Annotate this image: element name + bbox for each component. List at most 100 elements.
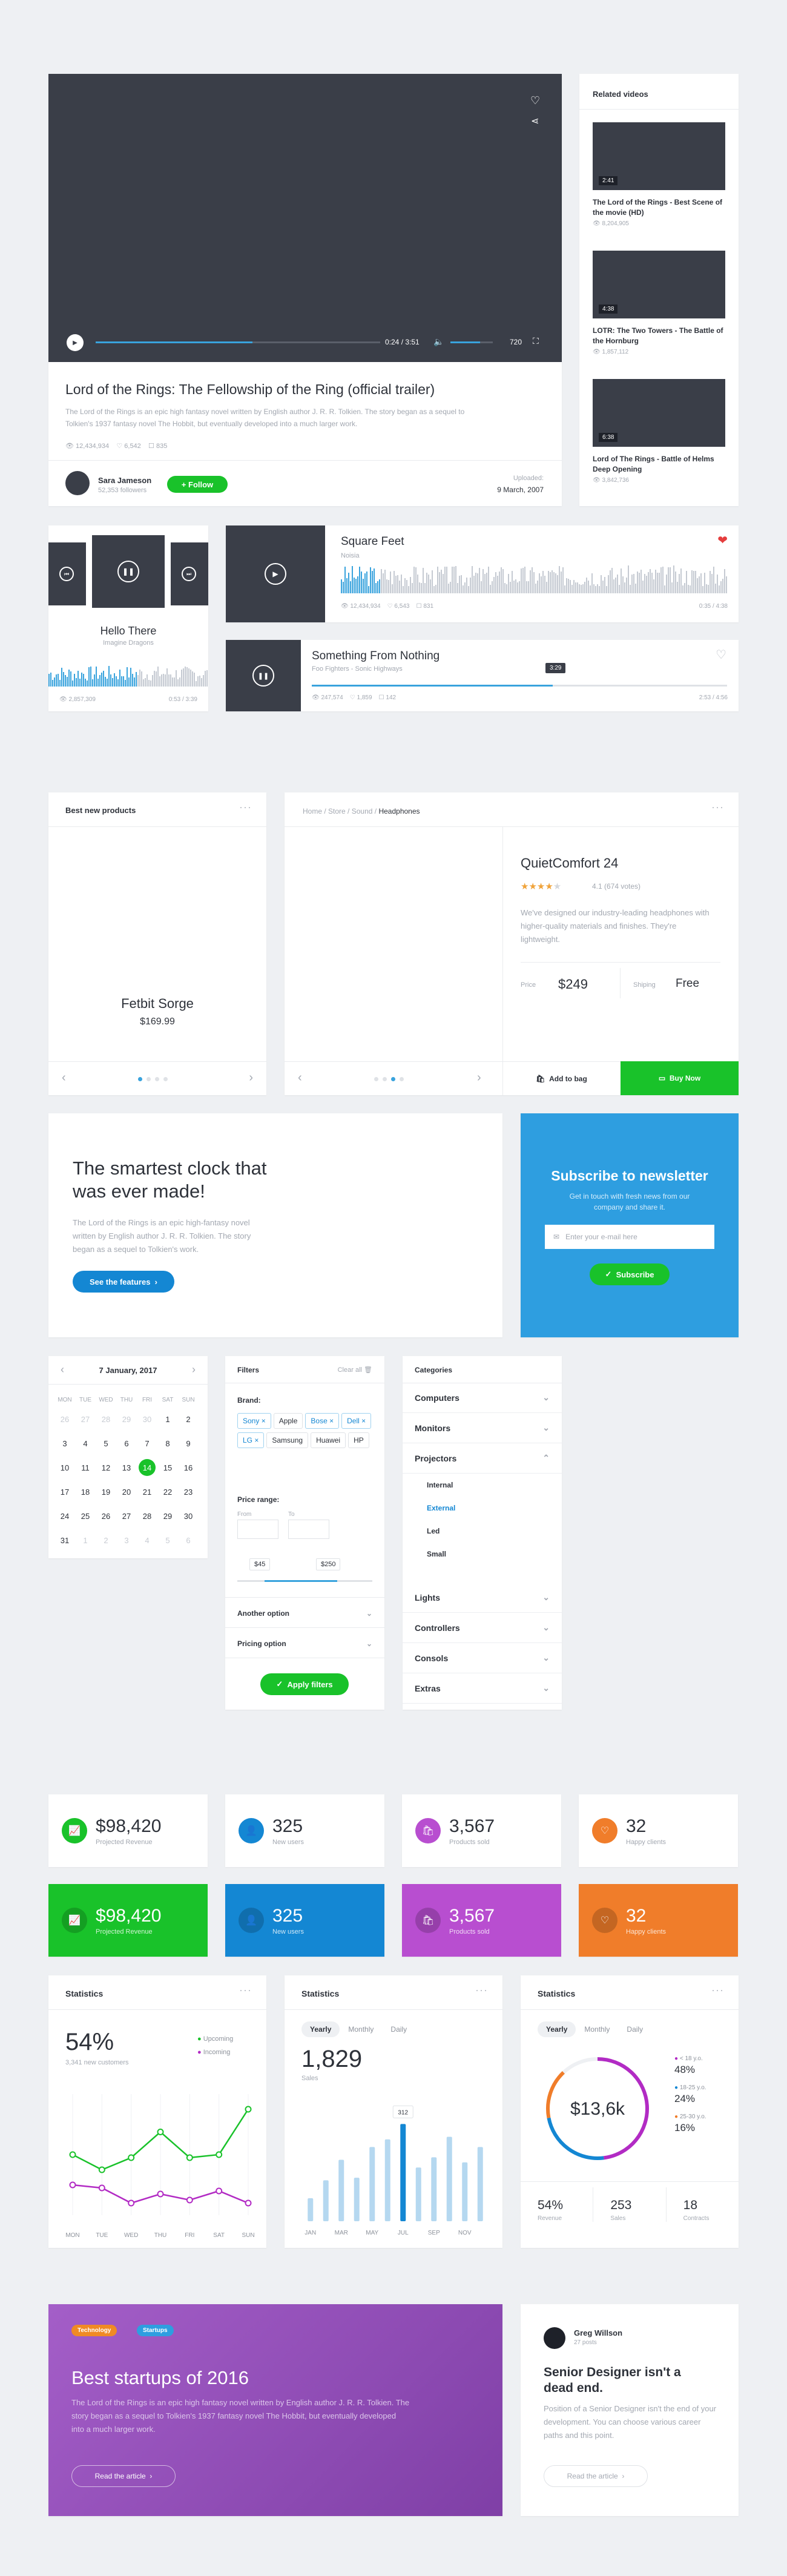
data-point[interactable] <box>128 2154 135 2161</box>
read-article-button[interactable]: Read the article › <box>544 2465 648 2487</box>
tag-technology[interactable]: Technology <box>71 2325 117 2336</box>
calendar-day[interactable]: 8 <box>157 1431 178 1455</box>
bar[interactable] <box>354 2178 360 2221</box>
bar[interactable] <box>415 2167 421 2221</box>
subcategory-item[interactable]: Small <box>427 1550 446 1558</box>
chevron-right-icon[interactable]: › <box>192 1363 196 1376</box>
carousel-dots[interactable] <box>374 1077 404 1081</box>
subcategory-item[interactable]: Internal <box>427 1481 453 1489</box>
calendar-day[interactable]: 25 <box>75 1504 96 1528</box>
calendar-day[interactable]: 3 <box>116 1528 137 1552</box>
calendar-day[interactable]: 19 <box>96 1480 116 1504</box>
add-to-bag-button[interactable]: 🛍 Add to bag <box>502 1061 621 1095</box>
calendar-day[interactable]: 10 <box>54 1455 75 1480</box>
calendar-day[interactable]: 26 <box>54 1407 75 1431</box>
avatar[interactable] <box>544 2327 565 2349</box>
tab-yearly[interactable]: Yearly <box>538 2021 576 2037</box>
brand-checkbox[interactable]: LG × <box>237 1432 265 1448</box>
calendar-day[interactable]: 17 <box>54 1480 75 1504</box>
data-point[interactable] <box>128 2199 135 2207</box>
author-name[interactable]: Greg Willson <box>574 2328 622 2337</box>
data-point[interactable] <box>216 2187 223 2195</box>
carousel-dots[interactable] <box>138 1077 168 1081</box>
data-point[interactable] <box>98 2184 105 2192</box>
calendar-day[interactable]: 1 <box>157 1407 178 1431</box>
prev-button[interactable]: ⏮ <box>59 567 74 581</box>
calendar-day[interactable]: 6 <box>116 1431 137 1455</box>
pause-button[interactable]: ❚❚ <box>117 561 139 582</box>
calendar-day[interactable]: 13 <box>116 1455 137 1480</box>
tab-yearly[interactable]: Yearly <box>301 2021 340 2037</box>
more-icon[interactable]: ··· <box>711 1984 724 1997</box>
share-icon[interactable]: ⋖ <box>531 115 539 127</box>
price-to-input[interactable] <box>288 1520 329 1539</box>
bar[interactable] <box>323 2180 329 2221</box>
brand-checkbox[interactable]: Samsung <box>266 1432 309 1448</box>
tab-monthly[interactable]: Monthly <box>576 2021 618 2037</box>
chevron-right-icon[interactable]: › <box>477 1071 481 1085</box>
calendar-day[interactable]: 2 <box>96 1528 116 1552</box>
calendar-day[interactable]: 2 <box>178 1407 199 1431</box>
apply-filters-button[interactable]: ✓ Apply filters <box>260 1673 349 1695</box>
bar[interactable] <box>446 2136 452 2222</box>
quality-label[interactable]: 720 <box>510 338 522 346</box>
calendar-day[interactable]: 27 <box>116 1504 137 1528</box>
track-progress-track[interactable] <box>312 685 727 687</box>
donut-slice[interactable] <box>547 2117 604 2160</box>
data-point[interactable] <box>245 2106 252 2113</box>
calendar-day[interactable]: 9 <box>178 1431 199 1455</box>
price-slider-track[interactable] <box>237 1580 372 1582</box>
bar[interactable] <box>384 2139 390 2221</box>
bar[interactable] <box>338 2159 344 2221</box>
calendar-day[interactable]: 24 <box>54 1504 75 1528</box>
data-point[interactable] <box>69 2151 76 2158</box>
related-thumbnail[interactable]: 2:41 <box>593 122 725 190</box>
calendar-day[interactable]: 22 <box>157 1480 178 1504</box>
calendar-day[interactable]: 28 <box>96 1407 116 1431</box>
avatar[interactable] <box>65 471 90 495</box>
crumb-home[interactable]: Home <box>303 807 322 815</box>
calendar-day[interactable]: 29 <box>116 1407 137 1431</box>
video-frame[interactable]: ♡ ⋖ ▶ 0:24 / 3:51 🔈 720 ⛶ <box>48 74 562 362</box>
tab-daily[interactable]: Daily <box>618 2021 651 2037</box>
track-waveform[interactable] <box>341 565 728 593</box>
play-button[interactable]: ▶ <box>67 334 84 351</box>
more-icon[interactable]: ··· <box>239 801 252 814</box>
calendar-day[interactable]: 1 <box>75 1528 96 1552</box>
calendar-day[interactable]: 11 <box>75 1455 96 1480</box>
calendar-day[interactable]: 15 <box>157 1455 178 1480</box>
tab-monthly[interactable]: Monthly <box>340 2021 382 2037</box>
calendar-day[interactable]: 7 <box>137 1431 157 1455</box>
calendar-day[interactable]: 4 <box>75 1431 96 1455</box>
category-item[interactable]: Consols ⌄ <box>403 1643 562 1673</box>
chevron-left-icon[interactable]: ‹ <box>298 1071 302 1085</box>
fullscreen-icon[interactable]: ⛶ <box>533 336 539 346</box>
data-point[interactable] <box>186 2154 193 2161</box>
related-title[interactable]: The Lord of the Rings - Best Scene of th… <box>593 197 725 218</box>
calendar-day[interactable]: 18 <box>75 1480 96 1504</box>
calendar-day[interactable]: 28 <box>137 1504 157 1528</box>
brand-checkbox[interactable]: Huawei <box>311 1432 346 1448</box>
calendar-day[interactable]: 30 <box>178 1504 199 1528</box>
subcategory-item[interactable]: External <box>427 1504 455 1512</box>
related-thumbnail[interactable]: 6:38 <box>593 379 725 447</box>
email-field[interactable]: ✉ Enter your e-mail here <box>545 1225 714 1249</box>
more-icon[interactable]: ··· <box>475 1984 488 1997</box>
bar[interactable] <box>369 2147 375 2221</box>
category-item[interactable]: Lights ⌄ <box>403 1583 562 1613</box>
author-name[interactable]: Sara Jameson <box>98 476 151 485</box>
heart-icon[interactable]: ♡ <box>530 94 540 107</box>
heart-icon[interactable]: ♡ <box>716 647 726 662</box>
play-button[interactable]: ▶ <box>265 563 286 585</box>
related-title[interactable]: LOTR: The Two Towers - The Battle of the… <box>593 326 725 346</box>
chevron-right-icon[interactable]: › <box>249 1071 253 1085</box>
category-item[interactable]: Projectors ⌃ <box>403 1443 562 1474</box>
volume-icon[interactable]: 🔈 <box>433 337 444 347</box>
calendar-day[interactable]: 31 <box>54 1528 75 1552</box>
product-name[interactable]: Fetbit Sorge <box>48 996 266 1012</box>
data-point[interactable] <box>186 2196 193 2204</box>
bar[interactable] <box>400 2124 406 2221</box>
calendar-day[interactable]: 12 <box>96 1455 116 1480</box>
data-point[interactable] <box>98 2166 105 2173</box>
category-item[interactable]: Monitors ⌄ <box>403 1413 562 1443</box>
